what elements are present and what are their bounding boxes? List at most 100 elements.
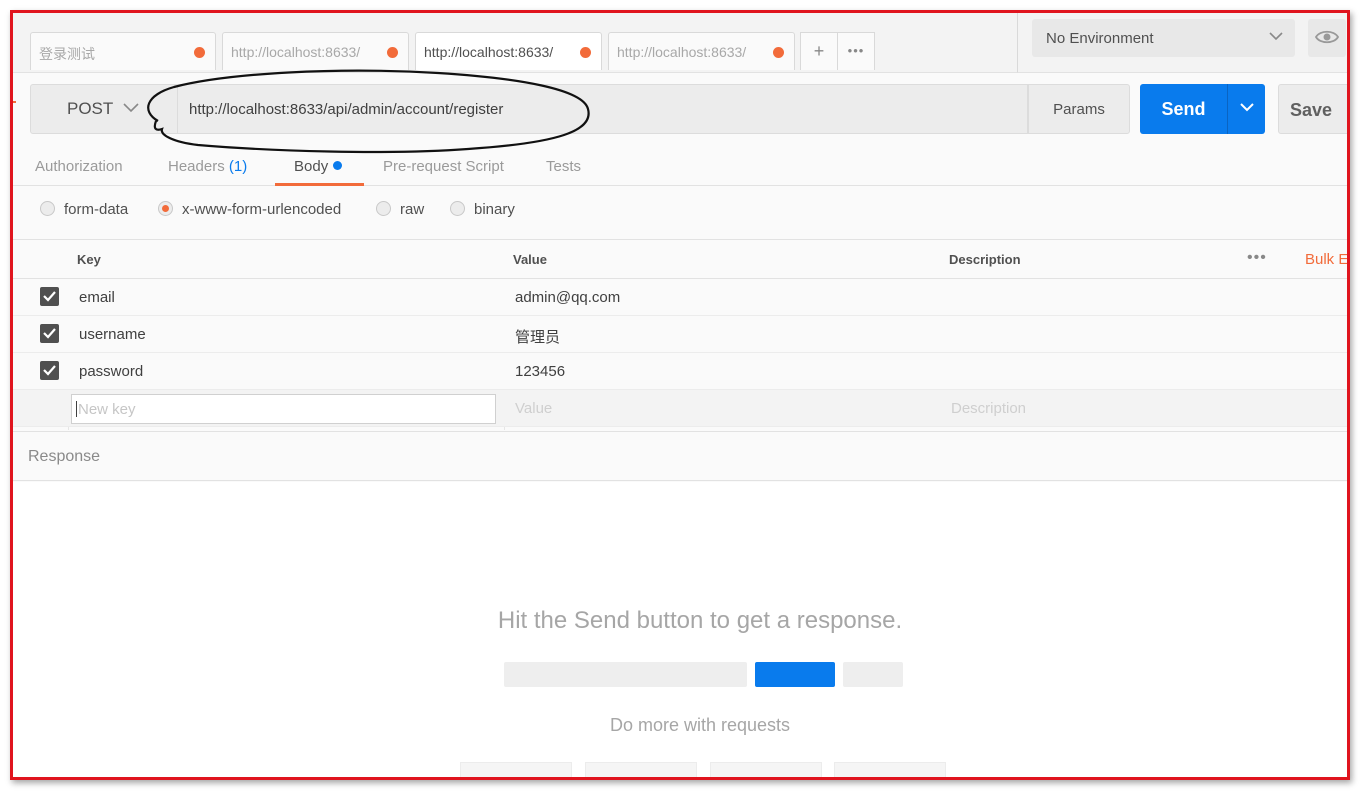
key-column-header: Key: [77, 252, 101, 267]
radio-raw[interactable]: raw: [376, 201, 425, 218]
feature-card[interactable]: [460, 762, 572, 777]
radio-form-data[interactable]: form-data: [40, 201, 129, 218]
value-cell[interactable]: 管理员: [515, 326, 560, 347]
table-header: Key Value Description ••• Bulk E: [13, 240, 1347, 279]
body-type-selector: form-data x-www-form-urlencoded raw bina…: [13, 187, 1347, 240]
feature-card[interactable]: [710, 762, 822, 777]
save-label: Save: [1290, 100, 1333, 120]
tab-localhost-1[interactable]: http://localhost:8633/: [222, 32, 409, 70]
save-button[interactable]: Save: [1278, 84, 1347, 134]
tab-body[interactable]: Body: [294, 158, 343, 175]
feature-card[interactable]: [585, 762, 697, 777]
key-cell[interactable]: email: [79, 289, 115, 306]
table-options-icon[interactable]: •••: [1247, 249, 1267, 267]
radio-circle: [376, 201, 391, 216]
environment-quick-look-button[interactable]: [1308, 19, 1346, 57]
radio-circle-selected: [158, 201, 173, 216]
modified-dot-icon: [333, 161, 343, 170]
environment-select[interactable]: No Environment: [1032, 19, 1295, 57]
params-button[interactable]: Params: [1028, 84, 1130, 134]
key-cell[interactable]: password: [79, 363, 143, 380]
unsaved-dot-icon: [194, 47, 205, 58]
checkmark-icon: [43, 365, 56, 376]
row-enabled-checkbox[interactable]: [40, 361, 59, 380]
radio-binary[interactable]: binary: [450, 201, 515, 218]
headers-count: (1): [228, 158, 248, 175]
new-value-input[interactable]: Value: [515, 400, 552, 417]
table-row: email admin@qq.com: [13, 279, 1347, 316]
tab-headers[interactable]: Headers (1): [168, 158, 247, 175]
bulk-edit-link[interactable]: Bulk E: [1305, 251, 1347, 268]
tab-options-button[interactable]: •••: [837, 32, 875, 70]
illustration-send-button: [755, 662, 835, 687]
radio-label: raw: [400, 201, 425, 218]
tab-label: Headers: [168, 158, 225, 175]
eye-icon: [1315, 30, 1339, 44]
edge-marker: [13, 101, 16, 103]
tab-tests[interactable]: Tests: [546, 158, 581, 175]
unsaved-dot-icon: [773, 47, 784, 58]
tab-label: Body: [294, 158, 329, 175]
tab-pre-request-script[interactable]: Pre-request Script: [383, 158, 504, 175]
illustration-save-button: [843, 662, 903, 687]
response-title: Response: [28, 448, 101, 465]
response-empty-state: Hit the Send button to get a response. D…: [13, 482, 1347, 777]
radio-label: binary: [474, 201, 515, 218]
description-column-header: Description: [949, 252, 1021, 267]
new-tab-button[interactable]: +: [800, 32, 838, 70]
unsaved-dot-icon: [387, 47, 398, 58]
radio-x-www-form-urlencoded[interactable]: x-www-form-urlencoded: [158, 201, 342, 218]
new-key-placeholder: New key: [78, 401, 136, 418]
params-label: Params: [1053, 101, 1105, 118]
key-value-table: Key Value Description ••• Bulk E email a…: [13, 240, 1347, 430]
hand-drawn-circle-annotation: [147, 69, 590, 154]
tab-label: http://localhost:8633/: [424, 44, 554, 60]
row-enabled-checkbox[interactable]: [40, 287, 59, 306]
table-row: password 123456: [13, 353, 1347, 390]
tab-authorization[interactable]: Authorization: [35, 158, 123, 175]
request-tab-bar: 登录测试 http://localhost:8633/ http://local…: [13, 13, 1017, 73]
tab-login-test[interactable]: 登录测试: [30, 32, 216, 70]
illustration-url-bar: [504, 662, 747, 687]
checkmark-icon: [43, 328, 56, 339]
new-key-input[interactable]: New key: [71, 394, 496, 424]
tab-label: 登录测试: [39, 46, 95, 62]
active-tab-indicator: [275, 183, 364, 186]
radio-label: x-www-form-urlencoded: [182, 201, 342, 218]
feature-card[interactable]: [834, 762, 946, 777]
radio-circle: [450, 201, 465, 216]
tab-label: http://localhost:8633/: [617, 44, 747, 60]
response-header: Response: [13, 431, 1347, 481]
more-dots-icon: •••: [847, 43, 865, 58]
value-column-header: Value: [513, 252, 547, 267]
tab-label: http://localhost:8633/: [231, 44, 361, 60]
new-row: New key Value Description: [13, 390, 1347, 427]
value-cell[interactable]: 123456: [515, 363, 565, 380]
key-cell[interactable]: username: [79, 326, 146, 343]
tab-localhost-3[interactable]: http://localhost:8633/: [608, 32, 795, 70]
environment-label: No Environment: [1046, 30, 1154, 47]
value-cell[interactable]: admin@qq.com: [515, 289, 620, 306]
chevron-down-icon: [1240, 103, 1254, 112]
do-more-text: Do more with requests: [609, 715, 791, 735]
method-label: POST: [67, 99, 114, 118]
row-enabled-checkbox[interactable]: [40, 324, 59, 343]
send-button[interactable]: Send: [1140, 84, 1227, 134]
send-label: Send: [1161, 99, 1206, 119]
plus-icon: +: [813, 41, 825, 61]
chevron-down-icon: [1269, 32, 1283, 41]
new-description-input[interactable]: Description: [951, 400, 1026, 417]
environment-bar: No Environment: [1017, 13, 1347, 73]
table-row: username 管理员: [13, 316, 1347, 353]
tab-label: Tests: [546, 158, 582, 175]
send-hint-text: Hit the Send button to get a response.: [497, 607, 903, 634]
chevron-down-icon: [123, 103, 139, 113]
tab-label: Authorization: [35, 158, 123, 175]
tab-localhost-2-active[interactable]: http://localhost:8633/: [415, 32, 602, 70]
app-window: 登录测试 http://localhost:8633/ http://local…: [10, 10, 1350, 780]
checkmark-icon: [43, 291, 56, 302]
send-options-button[interactable]: [1227, 84, 1265, 134]
radio-label: form-data: [64, 201, 129, 218]
text-caret: [76, 401, 77, 417]
unsaved-dot-icon: [580, 47, 591, 58]
